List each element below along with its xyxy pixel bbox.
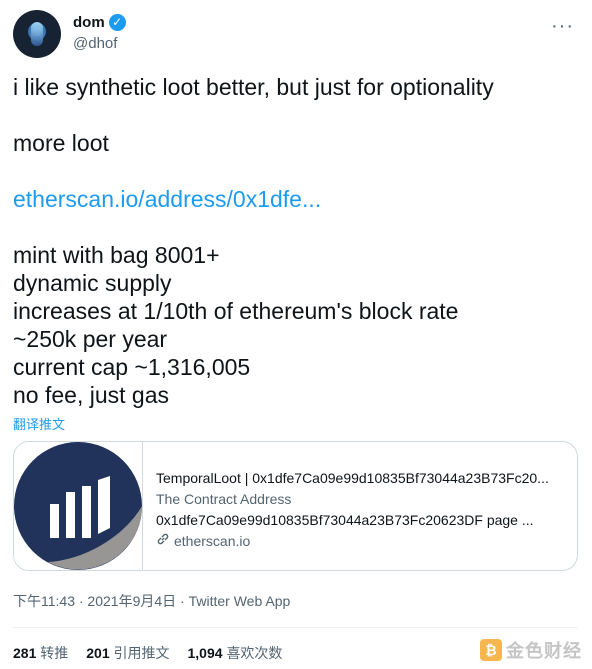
card-domain-row: etherscan.io	[156, 531, 566, 552]
card-description: The Contract Address	[156, 491, 292, 507]
tweet-line: i like synthetic loot better, but just f…	[13, 74, 494, 100]
like-stat[interactable]: 1,094 喜欢次数	[188, 643, 283, 663]
card-description-address: 0x1dfe7Ca09e99d10835Bf73044a23B73Fc20623…	[156, 512, 534, 528]
watermark-logo-icon: ₿	[480, 639, 502, 661]
avatar[interactable]	[13, 10, 61, 58]
tweet-link[interactable]: etherscan.io/address/0x1dfe...	[13, 185, 578, 213]
quote-stat[interactable]: 201 引用推文	[86, 643, 169, 663]
link-icon	[156, 531, 170, 552]
tweet-line: mint with bag 8001+	[13, 242, 220, 268]
author-handle[interactable]: @dhof	[73, 35, 117, 52]
tweet-timestamp[interactable]: 下午11:43 · 2021年9月4日 · Twitter Web App	[13, 591, 290, 611]
card-domain: etherscan.io	[174, 533, 251, 549]
tweet-line: increases at 1/10th of ethereum's block …	[13, 298, 459, 324]
card-title: TemporalLoot | 0x1dfe7Ca09e99d10835Bf730…	[156, 470, 549, 486]
link-preview-card[interactable]: TemporalLoot | 0x1dfe7Ca09e99d10835Bf730…	[13, 441, 578, 571]
tweet-stats: 281 转推 201 引用推文 1,094 喜欢次数	[13, 643, 282, 663]
tweet-line: ~250k per year	[13, 326, 168, 352]
more-options-icon[interactable]: ···	[551, 15, 574, 38]
card-body: TemporalLoot | 0x1dfe7Ca09e99d10835Bf730…	[156, 468, 566, 552]
divider	[13, 627, 578, 628]
watermark: ₿ 金色财经	[480, 637, 582, 663]
tweet-line: current cap ~1,316,005	[13, 354, 251, 380]
author-name-row: dom ✓	[73, 14, 126, 31]
verified-badge-icon: ✓	[108, 14, 126, 31]
tweet-line: more loot	[13, 130, 109, 156]
retweet-stat[interactable]: 281 转推	[13, 643, 68, 663]
tweet-line: dynamic supply	[13, 270, 172, 296]
author-name[interactable]: dom	[73, 14, 105, 31]
tweet-text: i like synthetic loot better, but just f…	[13, 73, 578, 409]
watermark-text: 金色财经	[506, 641, 582, 661]
tweet-line: no fee, just gas	[13, 382, 169, 408]
etherscan-logo-icon	[14, 442, 143, 570]
translate-tweet-link[interactable]: 翻译推文	[13, 414, 65, 433]
